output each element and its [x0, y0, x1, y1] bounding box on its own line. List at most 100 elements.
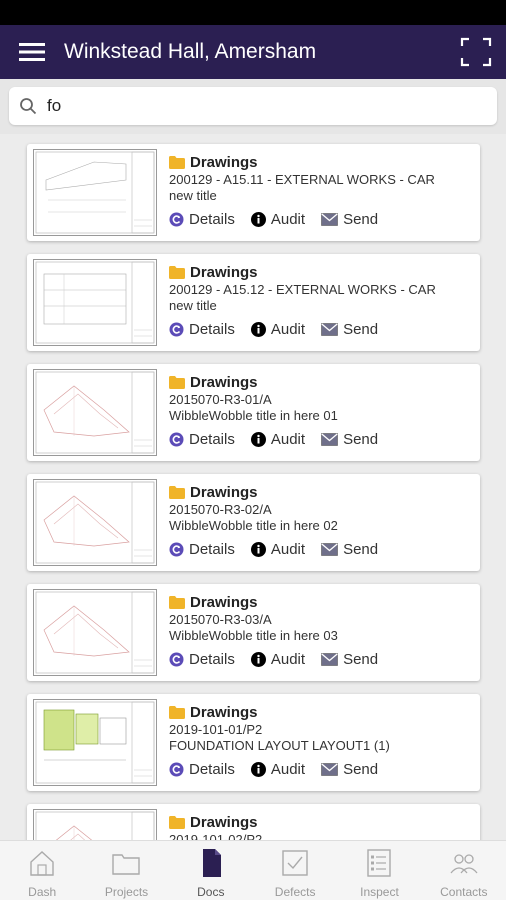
document-ref: 2015070-R3-01/A — [169, 392, 272, 407]
details-label: Details — [189, 431, 235, 448]
document-icon — [202, 849, 221, 877]
audit-button[interactable]: Audit — [250, 211, 306, 228]
hamburger-icon — [19, 43, 45, 61]
fullscreen-icon — [460, 37, 492, 67]
drawing-thumbnail[interactable] — [33, 809, 157, 840]
document-card[interactable]: Drawings 200129 - A15.11 - EXTERNAL WORK… — [27, 144, 480, 241]
nav-label: Dash — [28, 885, 57, 899]
nav-label: Contacts — [440, 885, 488, 899]
audit-label: Audit — [270, 761, 306, 778]
folder-label: Drawings — [190, 593, 258, 611]
details-icon — [169, 652, 184, 667]
details-icon — [169, 542, 184, 557]
nav-label: Defects — [274, 885, 316, 899]
audit-button[interactable]: Audit — [250, 321, 305, 338]
details-button[interactable]: Details — [169, 651, 235, 668]
search-box[interactable] — [9, 87, 497, 125]
document-card[interactable]: Drawings 200129 - A15.12 - EXTERNAL WORK… — [27, 254, 480, 351]
details-icon — [169, 432, 184, 447]
send-label: Send — [343, 761, 379, 778]
details-label: Details — [189, 541, 235, 558]
document-title: new title — [169, 188, 217, 203]
drawing-thumbnail[interactable] — [33, 479, 157, 566]
document-list: Drawings 200129 - A15.11 - EXTERNAL WORK… — [0, 134, 506, 840]
details-button[interactable]: Details — [169, 211, 235, 228]
drawing-thumbnail[interactable] — [33, 589, 157, 676]
document-ref: 2019-101-02/P2 — [169, 832, 263, 840]
drawing-thumbnail[interactable] — [33, 259, 157, 346]
info-icon — [250, 652, 266, 667]
audit-button[interactable]: Audit — [250, 761, 306, 778]
details-button[interactable]: Details — [169, 431, 235, 448]
document-card[interactable]: Drawings 2015070-R3-01/A WibbleWobble ti… — [27, 364, 480, 461]
document-ref: 200129 - A15.11 - EXTERNAL WORKS - CAR — [169, 172, 435, 187]
details-button[interactable]: Details — [169, 761, 235, 778]
details-button[interactable]: Details — [169, 321, 235, 338]
nav-defects[interactable]: Defects — [253, 841, 337, 900]
bottom-nav: Dash Projects Docs Defects Inspect Contacts — [0, 840, 506, 900]
folder-icon — [169, 595, 185, 609]
search-bar — [0, 79, 506, 134]
nav-label: Projects — [104, 885, 149, 899]
details-label: Details — [189, 651, 235, 668]
nav-docs[interactable]: Docs — [169, 841, 253, 900]
send-button[interactable]: Send — [321, 321, 378, 338]
document-ref: 2015070-R3-03/A — [169, 612, 272, 627]
nav-contacts[interactable]: Contacts — [422, 841, 506, 900]
drawing-thumbnail[interactable] — [33, 699, 157, 786]
details-label: Details — [189, 321, 235, 338]
audit-label: Audit — [270, 541, 306, 558]
drawing-sketch — [35, 701, 155, 784]
folder-icon — [112, 854, 141, 875]
send-button[interactable]: Send — [321, 541, 378, 558]
envelope-icon — [321, 763, 338, 776]
audit-button[interactable]: Audit — [250, 431, 306, 448]
envelope-icon — [321, 543, 338, 556]
info-icon — [250, 212, 266, 227]
checklist-icon — [367, 849, 392, 877]
menu-button[interactable] — [0, 25, 64, 79]
document-title: WibbleWobble title in here 01 — [169, 408, 338, 423]
folder-icon — [169, 815, 185, 829]
info-icon — [250, 322, 266, 337]
send-label: Send — [343, 211, 379, 228]
nav-label: Inspect — [360, 885, 399, 899]
send-label: Send — [343, 651, 379, 668]
search-input[interactable] — [47, 88, 497, 124]
drawing-thumbnail[interactable] — [33, 369, 157, 456]
nav-label: Docs — [197, 885, 225, 899]
document-card[interactable]: Drawings 2019-101-02/P2 Details — [27, 804, 480, 840]
checkbox-icon — [282, 850, 308, 876]
drawing-thumbnail[interactable] — [33, 149, 157, 236]
send-label: Send — [343, 431, 379, 448]
details-icon — [169, 322, 184, 337]
envelope-icon — [321, 433, 338, 446]
send-button[interactable]: Send — [321, 431, 378, 448]
drawing-sketch — [35, 261, 155, 344]
send-label: Send — [343, 541, 379, 558]
envelope-icon — [321, 213, 338, 226]
document-card[interactable]: Drawings 2015070-R3-02/A WibbleWobble ti… — [27, 474, 480, 571]
audit-label: Audit — [270, 211, 306, 228]
send-button[interactable]: Send — [321, 651, 378, 668]
nav-dash[interactable]: Dash — [0, 841, 84, 900]
folder-label: Drawings — [190, 703, 258, 721]
drawing-sketch — [35, 811, 155, 840]
send-button[interactable]: Send — [321, 761, 378, 778]
drawing-sketch — [35, 151, 155, 234]
document-card[interactable]: Drawings 2015070-R3-03/A WibbleWobble ti… — [27, 584, 480, 681]
send-button[interactable]: Send — [321, 211, 378, 228]
details-button[interactable]: Details — [169, 541, 235, 558]
audit-button[interactable]: Audit — [250, 541, 306, 558]
audit-button[interactable]: Audit — [250, 651, 305, 668]
details-icon — [169, 212, 184, 227]
nav-inspect[interactable]: Inspect — [337, 841, 421, 900]
info-icon — [250, 432, 266, 447]
document-ref: 2015070-R3-02/A — [169, 502, 272, 517]
home-icon — [30, 851, 54, 876]
audit-label: Audit — [270, 431, 306, 448]
drawing-sketch — [35, 591, 155, 674]
document-card[interactable]: Drawings 2019-101-01/P2 FOUNDATION LAYOU… — [27, 694, 480, 791]
fullscreen-button[interactable] — [446, 25, 506, 79]
nav-projects[interactable]: Projects — [84, 841, 168, 900]
